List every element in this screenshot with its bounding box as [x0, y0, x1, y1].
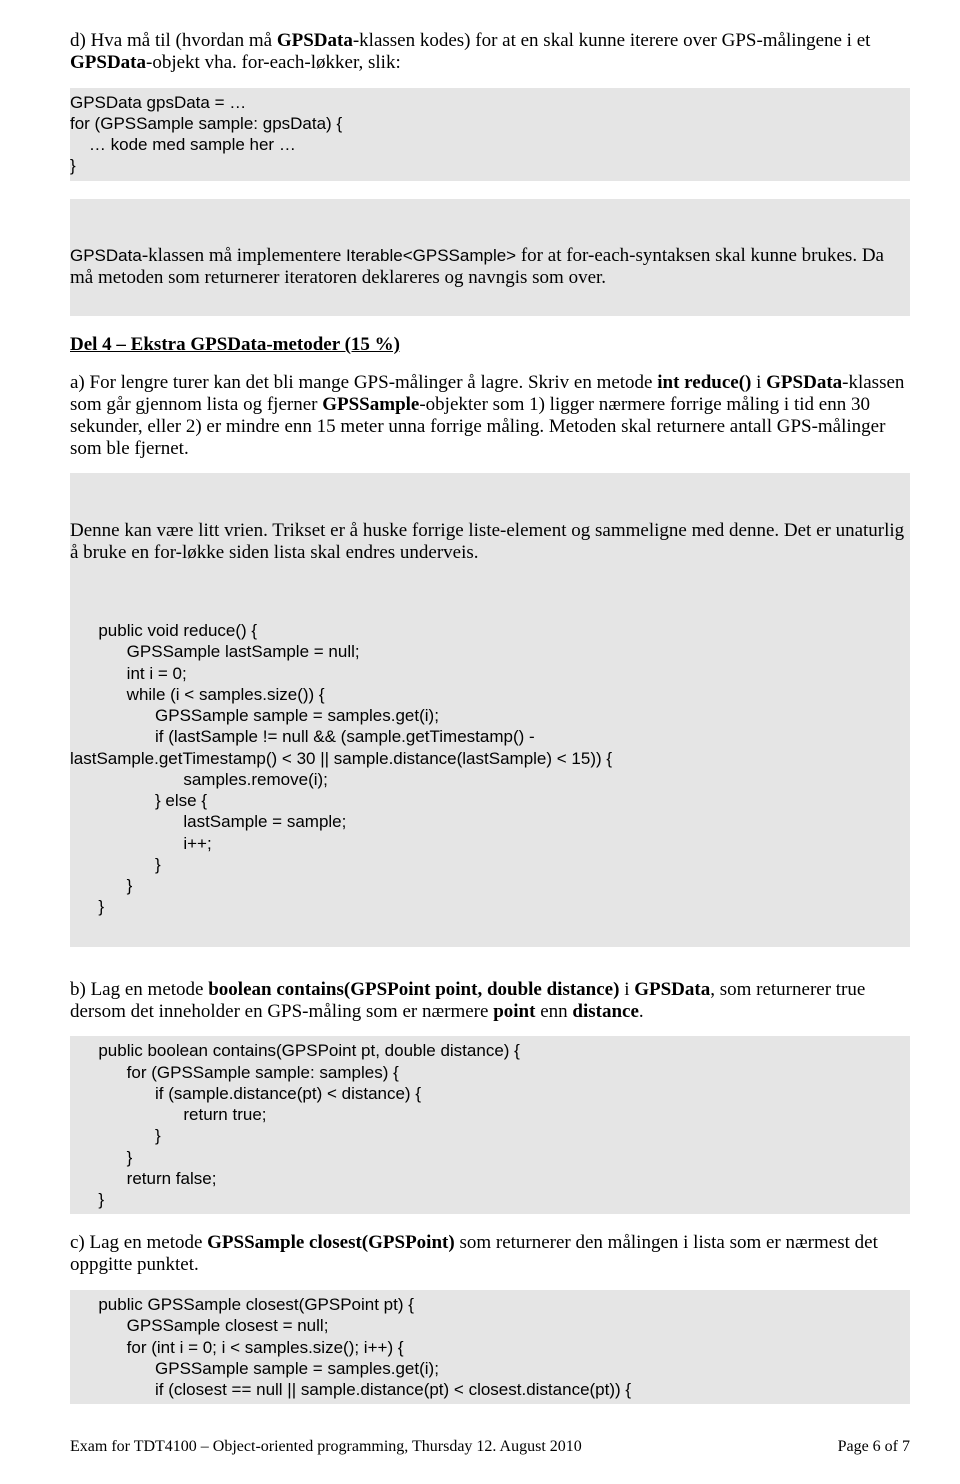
text: d) Hva må til (hvordan må: [70, 30, 277, 51]
answer-a-block: Denne kan være litt vrien. Trikset er å …: [70, 473, 910, 946]
text: -klassen kodes) for at en skal kunne ite…: [353, 30, 871, 51]
bold: GPSSample: [322, 394, 419, 415]
text: i: [751, 372, 766, 393]
page-footer: Exam for TDT4100 – Object-oriented progr…: [70, 1438, 910, 1456]
text: -klassen må implementere: [142, 245, 346, 266]
text: b) Lag en metode: [70, 979, 208, 1000]
text: -objekt vha. for-each-løkker, slik:: [146, 52, 401, 73]
question-d-text: d) Hva må til (hvordan må GPSData-klasse…: [70, 30, 910, 74]
code-inline: GPSData: [70, 246, 142, 265]
text: c) Lag en metode: [70, 1232, 207, 1253]
text: a) For lengre turer kan det bli mange GP…: [70, 372, 657, 393]
answer-a-prose: Denne kan være litt vrien. Trikset er å …: [70, 520, 910, 564]
answer-a-code: public void reduce() { GPSSample lastSam…: [70, 620, 910, 918]
answer-c-code: public GPSSample closest(GPSPoint pt) { …: [70, 1290, 910, 1404]
question-b-text: b) Lag en metode boolean contains(GPSPoi…: [70, 979, 910, 1023]
answer-b-code: public boolean contains(GPSPoint pt, dou…: [70, 1036, 910, 1214]
answer-d-block: GPSData-klassen må implementere Iterable…: [70, 199, 910, 316]
text: enn: [535, 1001, 572, 1022]
text: i: [619, 979, 634, 1000]
footer-right: Page 6 of 7: [838, 1438, 910, 1456]
code-snippet-foreach: GPSData gpsData = … for (GPSSample sampl…: [70, 88, 910, 181]
bold: distance: [572, 1001, 639, 1022]
section-heading-del4: Del 4 – Ekstra GPSData-metoder (15 %): [70, 334, 910, 356]
footer-left: Exam for TDT4100 – Object-oriented progr…: [70, 1438, 582, 1456]
question-c-text: c) Lag en metode GPSSample closest(GPSPo…: [70, 1232, 910, 1276]
question-a-text: a) For lengre turer kan det bli mange GP…: [70, 372, 910, 459]
bold: GPSData: [277, 30, 353, 51]
bold: GPSData: [70, 52, 146, 73]
bold: int reduce(): [657, 372, 751, 393]
bold: GPSSample closest(GPSPoint): [207, 1232, 455, 1253]
bold: GPSData: [634, 979, 710, 1000]
bold: boolean contains(GPSPoint point, double …: [208, 979, 619, 1000]
bold: GPSData: [766, 372, 842, 393]
text: .: [639, 1001, 644, 1022]
bold: point: [493, 1001, 535, 1022]
code-inline: Iterable<GPSSample>: [346, 246, 516, 265]
